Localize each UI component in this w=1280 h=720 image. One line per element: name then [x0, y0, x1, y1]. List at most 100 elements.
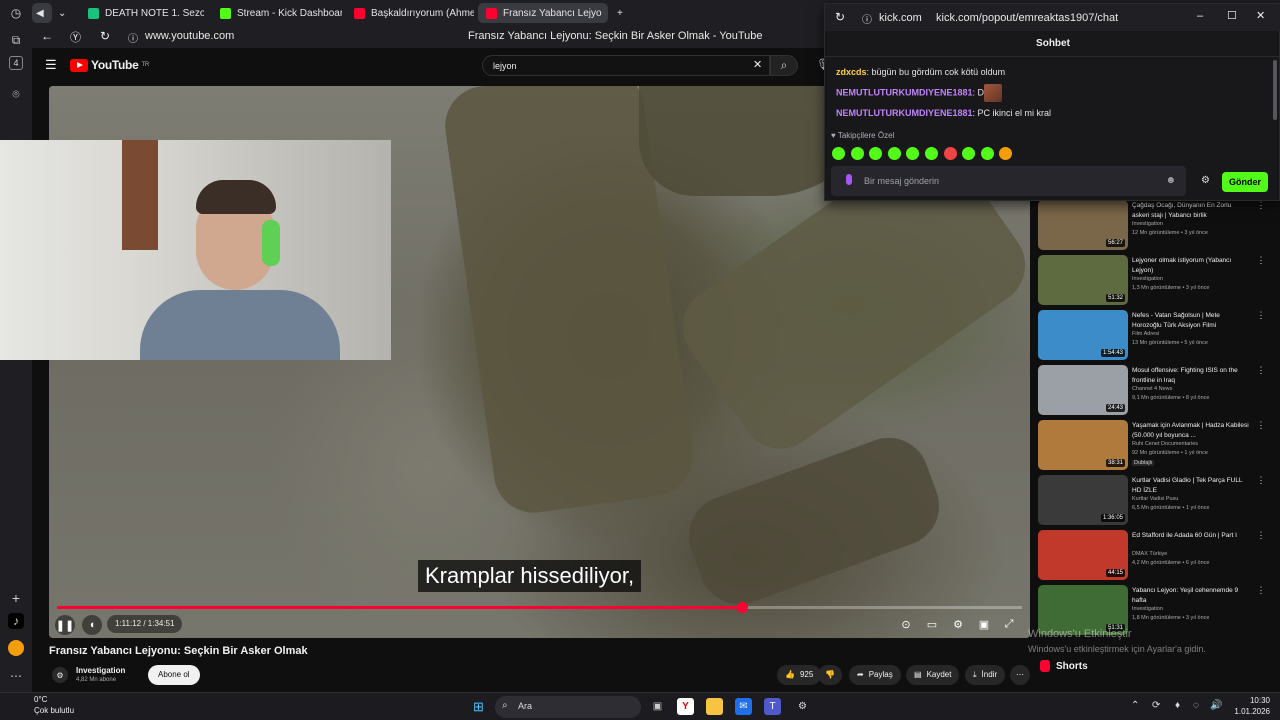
recommendation-channel[interactable]: DMAX Türkiye — [1132, 551, 1167, 557]
recommendation-title[interactable]: Yaşamak için Avlanmak | Hadza Kabilesi (… — [1132, 421, 1250, 440]
start-icon[interactable]: ⊞ — [470, 698, 487, 715]
chat-username[interactable]: zdxcds — [836, 67, 867, 77]
maximize-icon[interactable]: ☐ — [1227, 9, 1237, 22]
settings-button[interactable]: ⚙ — [949, 615, 967, 633]
minimize-icon[interactable]: – — [1197, 10, 1203, 22]
weather-widget[interactable]: 0°C Çok bulutlu — [13, 694, 74, 716]
tiktok-icon[interactable]: ♪ — [8, 613, 24, 629]
recommendation-thumbnail[interactable]: 44:15 — [1038, 530, 1128, 580]
recommendation-channel[interactable]: Ruhi Cenet Documentaries — [1132, 441, 1198, 447]
task-view-icon[interactable]: ▣ — [649, 698, 666, 715]
recommendation-item[interactable]: 44:15 Ed Stafford ile Adada 60 Gün | Part… — [1038, 530, 1266, 582]
emote-icon[interactable] — [869, 147, 883, 160]
autoplay-toggle[interactable]: ⊙ — [897, 615, 915, 633]
recommendation-thumbnail[interactable]: 24:43 — [1038, 365, 1128, 415]
more-options-icon[interactable]: ⋮ — [1256, 585, 1266, 596]
yandex-browser-icon[interactable]: Y — [677, 698, 694, 715]
emote-icon[interactable] — [962, 147, 976, 160]
settings-icon[interactable]: ⚙ — [794, 698, 811, 715]
youtube-logo[interactable]: YouTube TR — [70, 58, 149, 72]
history-icon[interactable]: ◷ — [6, 3, 26, 23]
emote-icon[interactable] — [887, 147, 901, 160]
mail-icon[interactable]: ✉ — [735, 698, 752, 715]
recommendation-item[interactable]: 38:31 Yaşamak için Avlanmak | Hadza Kabil… — [1038, 420, 1266, 472]
tab-kick-dashboard[interactable]: Stream - Kick Dashboard — [212, 3, 342, 23]
share-button[interactable]: ➦ Paylaş — [849, 665, 901, 685]
emote-icon[interactable] — [850, 147, 864, 160]
recommendation-title[interactable]: Nefes - Vatan Sağolsun | Mete Horozoğlu … — [1132, 311, 1250, 330]
url-text[interactable]: www.youtube.com — [145, 30, 234, 42]
recommendation-channel[interactable]: Investigation — [1132, 276, 1163, 282]
speaker-icon[interactable]: 🔊 — [1210, 700, 1222, 711]
network-icon[interactable]: ◌ — [1193, 700, 1199, 711]
pause-button[interactable]: ❚❚ — [55, 615, 75, 635]
chat-username[interactable]: NEMUTLUTURKUMDIYENE1881 — [836, 87, 973, 97]
app-icon[interactable] — [8, 640, 24, 656]
emote-icon[interactable] — [832, 147, 845, 160]
subscribe-button[interactable]: Abone ol — [148, 665, 200, 685]
menu-icon[interactable]: ☰ — [45, 57, 57, 73]
recommendation-channel[interactable]: Film Adresi — [1132, 331, 1159, 337]
tray-chevron-icon[interactable]: ⌃ — [1131, 700, 1139, 711]
tab-death-note[interactable]: DEATH NOTE 1. Sezon 34 — [80, 3, 204, 23]
tab-baskaldiriyorum[interactable]: Başkaldırıyorum (Ahmet K — [346, 3, 474, 23]
file-explorer-icon[interactable] — [706, 698, 723, 715]
new-tab-button[interactable]: + — [614, 3, 632, 23]
search-input[interactable]: lejyon — [482, 55, 770, 76]
recommendation-thumbnail[interactable]: 56:27 — [1038, 200, 1128, 250]
reload-icon[interactable]: ↻ — [835, 10, 845, 24]
recommendation-title[interactable]: Kurtlar Vadisi Gladio | Tek Parça FULL H… — [1132, 476, 1250, 495]
more-options-icon[interactable]: ⋮ — [1256, 420, 1266, 431]
tab-audio-icon[interactable]: ◀ — [32, 3, 52, 23]
chat-scrollbar[interactable] — [1273, 60, 1277, 120]
like-button[interactable]: 👍 925 — [777, 665, 822, 685]
more-options-icon[interactable]: ⋮ — [1256, 475, 1266, 486]
reload-icon[interactable]: ↻ — [100, 29, 110, 43]
screenshot-icon[interactable]: ⌾ — [6, 84, 26, 104]
download-button[interactable]: ⤓ İndir — [965, 665, 1006, 685]
send-button[interactable]: Gönder — [1221, 172, 1268, 192]
recommendation-thumbnail[interactable]: 51:32 — [1038, 255, 1128, 305]
recommendation-thumbnail[interactable]: 1:36:05 — [1038, 475, 1128, 525]
emote-icon[interactable] — [925, 147, 938, 160]
channel-avatar[interactable]: ⚙ — [52, 667, 68, 683]
search-button[interactable]: ⌕ — [770, 55, 798, 76]
yandex-icon[interactable]: Ⓨ — [70, 29, 81, 45]
recommendation-channel[interactable]: Investigation — [1132, 606, 1163, 612]
progress-bar[interactable] — [57, 602, 1022, 613]
more-options-icon[interactable]: ⋮ — [1256, 530, 1266, 541]
more-icon[interactable]: ⋯ — [6, 666, 26, 686]
captions-button[interactable]: ▭ — [923, 615, 941, 633]
recommendation-item[interactable]: 1:36:05 Kurtlar Vadisi Gladio | Tek Parça… — [1038, 475, 1266, 527]
taskbar-search[interactable]: ⌕ Ara — [495, 696, 641, 718]
microphone-icon[interactable] — [846, 174, 852, 185]
recommendation-channel[interactable]: Kurtlar Vadisi Pusu — [1132, 496, 1178, 502]
emote-icon[interactable] — [943, 147, 957, 160]
recommendation-title[interactable]: Ed Stafford ile Adada 60 Gün | Part I — [1132, 531, 1250, 541]
recommendation-item[interactable]: 24:43 Mosul offensive: Fighting ISIS on t… — [1038, 365, 1266, 417]
taskbar-clock[interactable]: 10:30 1.01.2026 — [1234, 695, 1270, 717]
recommendation-item[interactable]: 1:54:43 Nefes - Vatan Sağolsun | Mete Hor… — [1038, 310, 1266, 362]
emote-icon[interactable] — [980, 147, 994, 160]
channel-name[interactable]: Investigation — [76, 666, 125, 675]
tab-fransiz-lejyonu[interactable]: Fransız Yabancı Lejyo ✕ — [478, 3, 608, 23]
more-options-icon[interactable]: ⋮ — [1256, 310, 1266, 321]
volume-button[interactable]: ◖ — [82, 615, 102, 635]
fullscreen-button[interactable]: ⤢ — [1000, 615, 1018, 633]
recommendation-thumbnail[interactable]: 38:31 — [1038, 420, 1128, 470]
more-actions-button[interactable]: ⋯ — [1010, 665, 1030, 685]
recommendation-title[interactable]: Mosul offensive: Fighting ISIS on the fr… — [1132, 366, 1250, 385]
emote-icon[interactable] — [999, 147, 1013, 160]
back-icon[interactable]: ← — [41, 29, 53, 43]
site-info-icon[interactable]: ⓘ — [128, 30, 138, 45]
collections-icon[interactable]: ⧉ — [6, 30, 26, 50]
workspace-badge[interactable]: 4 — [9, 56, 23, 70]
chat-username[interactable]: NEMUTLUTURKUMDIYENE1881 — [836, 108, 973, 118]
recommendation-channel[interactable]: Channel 4 News — [1132, 386, 1172, 392]
chat-settings-icon[interactable]: ⚙ — [1201, 175, 1210, 186]
more-options-icon[interactable]: ⋮ — [1256, 365, 1266, 376]
emote-icon[interactable] — [906, 147, 920, 160]
chat-input[interactable]: Bir mesaj gönderin ☻ — [831, 166, 1186, 196]
popout-url[interactable]: kick.com/popout/emreaktas1907/chat — [936, 12, 1118, 24]
recommendation-title[interactable]: Çağdaş Ocağı, Dünyanın En Zorlu askeri s… — [1132, 201, 1250, 220]
